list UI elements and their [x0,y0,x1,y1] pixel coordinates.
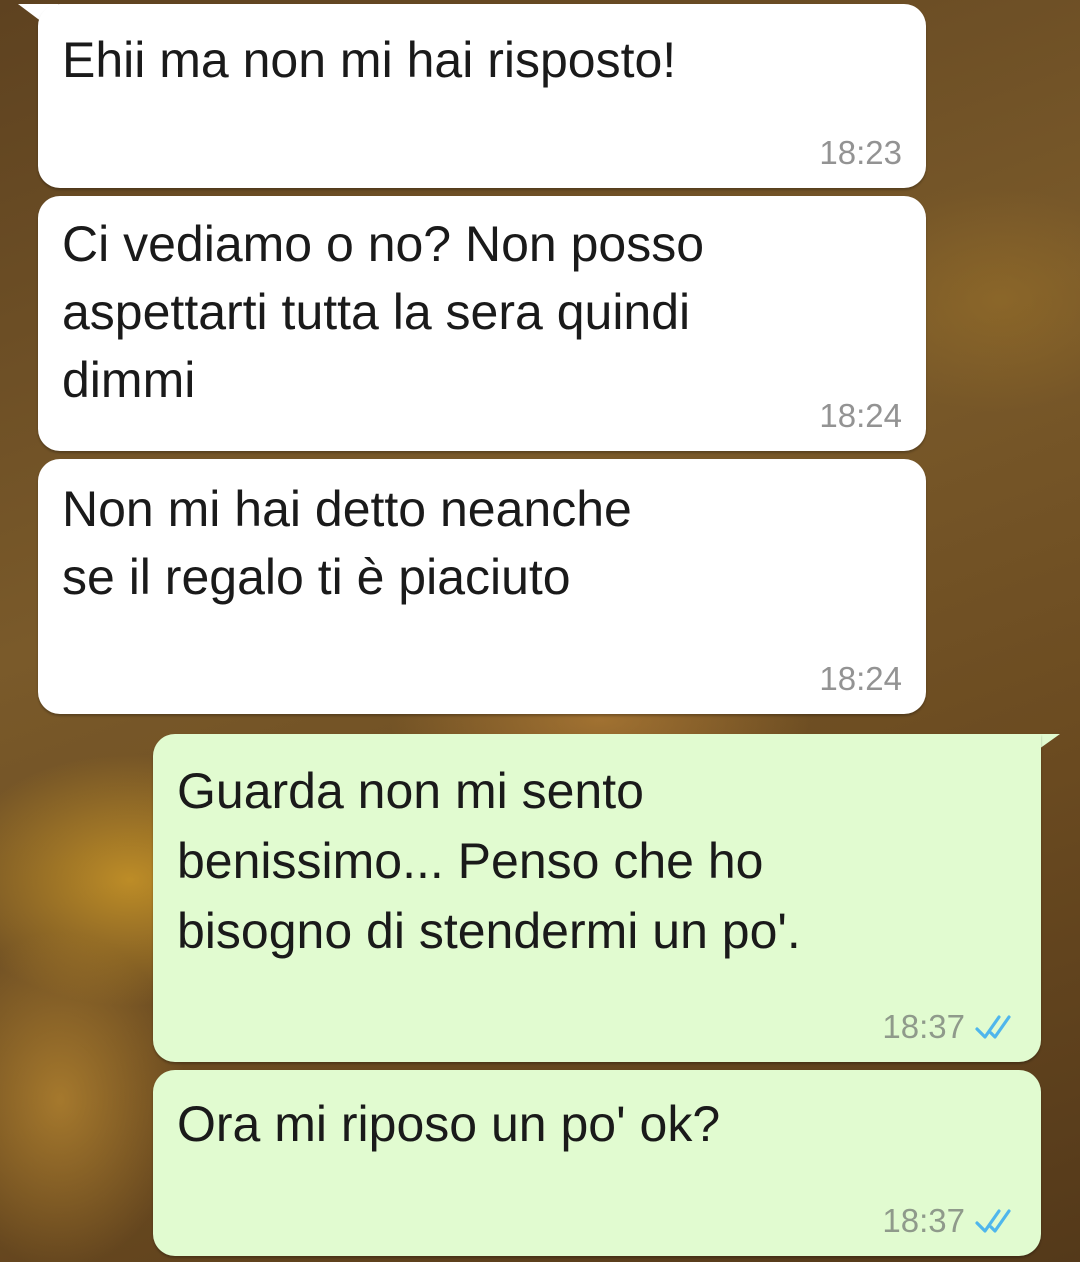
message-meta: 18:24 [819,660,902,698]
message-time: 18:24 [819,397,902,434]
message-bubble-outgoing[interactable]: Ora mi riposo un po' ok? 18:37 [153,1070,1041,1256]
message-meta: 18:37 [882,1008,1017,1046]
message-time: 18:37 [882,1202,965,1239]
double-check-read-icon [975,1015,1011,1039]
message-bubble-outgoing[interactable]: Guarda non mi sento benissimo... Penso c… [153,734,1041,1062]
message-time: 18:37 [882,1008,965,1045]
message-text: Guarda non mi sento benissimo... Penso c… [177,763,801,959]
message-text: Non mi hai detto neanche se il regalo ti… [62,481,632,605]
message-time: 18:24 [819,660,902,697]
message-bubble-incoming[interactable]: Ci vediamo o no? Non posso aspettarti tu… [38,196,926,451]
message-meta: 18:24 [819,397,902,435]
message-text: Ci vediamo o no? Non posso aspettarti tu… [62,216,705,408]
message-meta: 18:37 [882,1202,1017,1240]
message-bubble-incoming[interactable]: Non mi hai detto neanche se il regalo ti… [38,459,926,714]
message-meta: 18:23 [819,134,902,172]
message-text: Ehii ma non mi hai risposto! [62,32,677,88]
double-check-read-icon [975,1209,1011,1233]
message-time: 18:23 [819,134,902,171]
message-text: Ora mi riposo un po' ok? [177,1096,721,1152]
message-bubble-incoming[interactable]: Ehii ma non mi hai risposto! 18:23 [38,4,926,188]
